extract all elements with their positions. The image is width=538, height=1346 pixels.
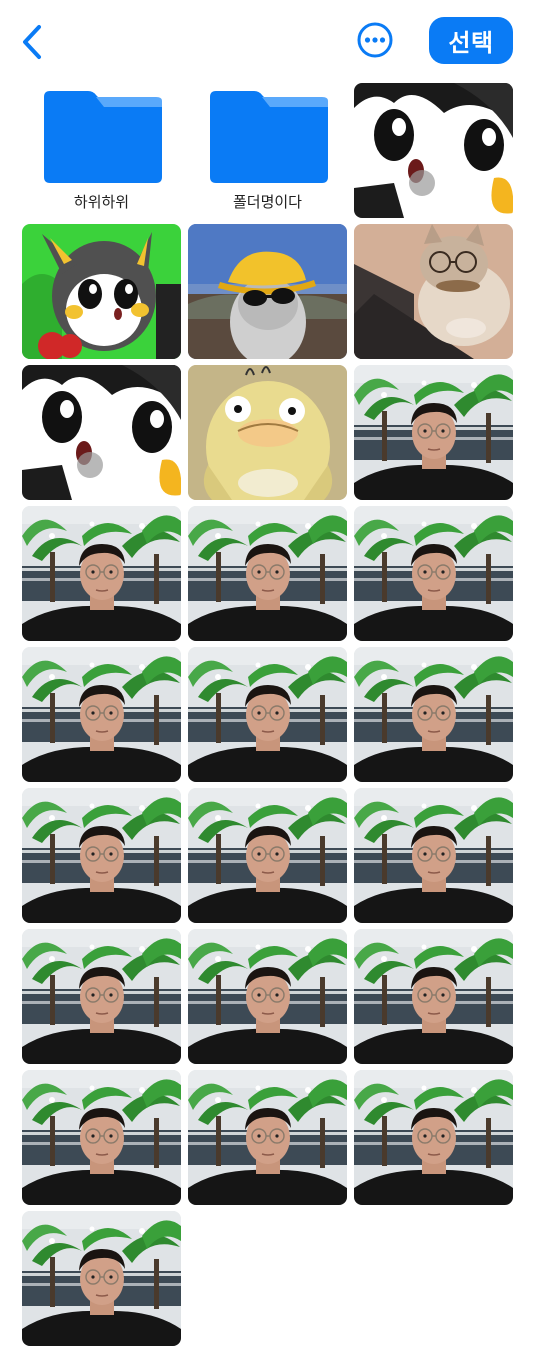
folder-label: 하위하위 bbox=[73, 193, 130, 211]
photo-thumbnail[interactable] bbox=[188, 1070, 347, 1205]
photo-thumbnail[interactable] bbox=[22, 929, 181, 1064]
photo-thumbnail[interactable] bbox=[354, 1070, 513, 1205]
select-button[interactable]: 선택 bbox=[429, 17, 513, 64]
selfie-image bbox=[354, 506, 513, 641]
selfie-image bbox=[354, 929, 513, 1064]
photo-thumbnail[interactable] bbox=[354, 929, 513, 1064]
folder-label: 폴더명이다 bbox=[232, 193, 302, 211]
photo-thumbnail[interactable] bbox=[188, 647, 347, 782]
selfie-image bbox=[188, 788, 347, 923]
photo-grid: 하위하위 폴더명이다 bbox=[22, 83, 514, 1346]
folder-icon bbox=[43, 91, 162, 183]
photo-thumbnail[interactable] bbox=[22, 506, 181, 641]
photo-thumbnail[interactable] bbox=[354, 788, 513, 923]
photo-thumbnail[interactable] bbox=[354, 506, 513, 641]
emolga-closeup-image bbox=[22, 365, 181, 500]
photo-thumbnail[interactable] bbox=[354, 365, 513, 500]
selfie-image bbox=[188, 647, 347, 782]
more-options-button[interactable] bbox=[356, 21, 394, 59]
selfie-image bbox=[188, 506, 347, 641]
photo-thumbnail[interactable] bbox=[188, 788, 347, 923]
folder-icon bbox=[209, 91, 328, 183]
navigation-bar: 선택 bbox=[0, 0, 538, 80]
selfie-image bbox=[22, 929, 181, 1064]
emolga-apple-image bbox=[22, 224, 181, 359]
photo-thumbnail[interactable] bbox=[188, 506, 347, 641]
emolga-closeup-image bbox=[354, 83, 513, 218]
selfie-image bbox=[188, 929, 347, 1064]
photo-thumbnail[interactable] bbox=[22, 365, 181, 500]
selfie-image bbox=[22, 1070, 181, 1205]
selfie-image bbox=[354, 647, 513, 782]
photo-thumbnail[interactable] bbox=[22, 1211, 181, 1346]
cat-laptop-image bbox=[354, 224, 513, 359]
selfie-image bbox=[22, 1211, 181, 1346]
photo-thumbnail[interactable] bbox=[22, 224, 181, 359]
photo-thumbnail[interactable] bbox=[22, 1070, 181, 1205]
photo-thumbnail[interactable] bbox=[188, 365, 347, 500]
selfie-image bbox=[22, 647, 181, 782]
photo-thumbnail[interactable] bbox=[188, 929, 347, 1064]
photo-thumbnail[interactable] bbox=[354, 224, 513, 359]
cat-hat-image bbox=[188, 224, 347, 359]
selfie-image bbox=[354, 1070, 513, 1205]
psyduck-image bbox=[188, 365, 347, 500]
selfie-image bbox=[22, 788, 181, 923]
folder-item[interactable]: 폴더명이다 bbox=[188, 83, 347, 218]
photo-thumbnail[interactable] bbox=[188, 224, 347, 359]
selfie-image bbox=[22, 506, 181, 641]
photo-thumbnail[interactable] bbox=[354, 647, 513, 782]
selfie-image bbox=[354, 365, 513, 500]
selfie-image bbox=[188, 1070, 347, 1205]
folder-item[interactable]: 하위하위 bbox=[22, 83, 181, 218]
photo-thumbnail[interactable] bbox=[22, 647, 181, 782]
photo-thumbnail[interactable] bbox=[22, 788, 181, 923]
selfie-image bbox=[354, 788, 513, 923]
photo-thumbnail[interactable] bbox=[354, 83, 513, 218]
chevron-left-icon bbox=[23, 25, 41, 59]
ellipsis-circle-icon bbox=[357, 22, 393, 58]
back-button[interactable] bbox=[14, 20, 50, 64]
